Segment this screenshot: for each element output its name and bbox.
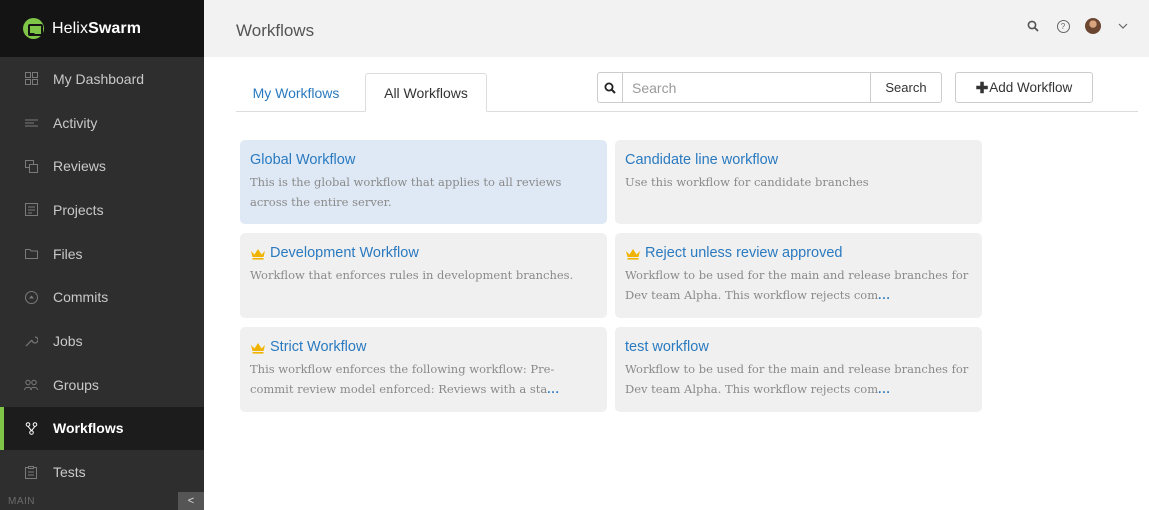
header: Workflows ? — [204, 0, 1149, 57]
dashboard-icon — [24, 72, 38, 86]
sidebar-item-label: Projects — [53, 201, 104, 218]
reviews-icon — [24, 159, 38, 173]
crown-icon — [251, 248, 265, 260]
groups-icon — [24, 378, 38, 392]
sidebar-item-jobs[interactable]: Jobs — [0, 319, 204, 363]
workflow-card-description: This is the global workflow that applies… — [250, 172, 597, 212]
workflow-title-text: Candidate line workflow — [625, 152, 779, 168]
sidebar-item-my-dashboard[interactable]: My Dashboard — [0, 57, 204, 101]
workflow-card-description: Workflow to be used for the main and rel… — [625, 265, 972, 306]
add-workflow-button[interactable]: ✚ Add Workflow — [955, 72, 1093, 103]
workflow-desc-text: Workflow that enforces rules in developm… — [250, 268, 574, 282]
workflow-card-title: Candidate line workflow — [625, 152, 972, 169]
sidebar-item-label: Tests — [53, 464, 86, 481]
collapse-sidebar-button[interactable]: < — [178, 492, 204, 510]
workflow-card-description: Use this workflow for candidate branches — [625, 172, 972, 192]
commits-icon — [24, 290, 38, 304]
projects-icon — [24, 203, 38, 217]
add-workflow-label: Add Workflow — [989, 80, 1073, 95]
sidebar-item-label: Reviews — [53, 158, 106, 175]
activity-icon — [24, 116, 38, 130]
workflow-title-text: Global Workflow — [250, 152, 356, 168]
search-icon[interactable] — [1025, 18, 1041, 34]
workflow-card-title: Development Workflow — [250, 245, 597, 262]
sidebar-footer: MAIN < — [0, 492, 204, 510]
workflow-card-description: Workflow to be used for the main and rel… — [625, 359, 972, 400]
workflow-card[interactable]: Reject unless review approved Workflow t… — [615, 233, 982, 318]
sidebar-item-activity[interactable]: Activity — [0, 101, 204, 145]
workflow-title-text: test workflow — [625, 339, 709, 355]
sidebar-item-label: Groups — [53, 376, 99, 393]
workflow-card[interactable]: Development Workflow Workflow that enfor… — [240, 233, 607, 318]
folder-icon — [24, 247, 38, 261]
sidebar-item-projects[interactable]: Projects — [0, 188, 204, 232]
workflow-card-description: Workflow that enforces rules in developm… — [250, 265, 597, 285]
sidebar-item-label: My Dashboard — [53, 70, 145, 87]
sidebar-item-commits[interactable]: Commits — [0, 275, 204, 319]
sidebar-item-groups[interactable]: Groups — [0, 363, 204, 407]
more-ellipsis[interactable]: ... — [547, 384, 560, 396]
page-title: Workflows — [236, 21, 315, 40]
more-ellipsis[interactable]: ... — [878, 384, 891, 396]
sidebar-item-tests[interactable]: Tests — [0, 450, 204, 494]
workflow-title-text: Strict Workflow — [270, 339, 367, 355]
workflow-card[interactable]: test workflow Workflow to be used for th… — [615, 327, 982, 412]
crown-icon — [626, 248, 640, 260]
workflow-icon — [24, 421, 38, 435]
sidebar-item-label: Jobs — [53, 332, 83, 349]
tab-all-workflows[interactable]: All Workflows — [365, 73, 487, 112]
search-icon — [598, 73, 623, 102]
workflow-desc-text: Workflow to be used for the main and rel… — [625, 268, 969, 302]
sidebar-item-reviews[interactable]: Reviews — [0, 144, 204, 188]
search-box: Search — [597, 72, 942, 103]
avatar[interactable] — [1085, 18, 1101, 34]
crown-icon — [251, 342, 265, 354]
brand-name-bold: Swarm — [88, 19, 142, 37]
workflow-card-title: Strict Workflow — [250, 339, 597, 356]
sidebar-item-label: Files — [53, 245, 83, 262]
more-ellipsis[interactable]: ... — [878, 290, 891, 302]
workflow-desc-text: This is the global workflow that applies… — [250, 175, 562, 209]
wrench-icon — [24, 334, 38, 348]
brand[interactable]: HelixSwarm — [0, 0, 204, 57]
sidebar-item-label: Activity — [53, 114, 98, 131]
workflow-card-title: Reject unless review approved — [625, 245, 972, 262]
workflow-card-title: Global Workflow — [250, 152, 597, 169]
brand-name-light: Helix — [52, 19, 89, 37]
help-icon[interactable]: ? — [1055, 18, 1071, 34]
sidebar-item-label: Workflows — [53, 420, 124, 437]
chevron-down-icon[interactable] — [1115, 18, 1131, 34]
sidebar-nav: My Dashboard Activity Reviews Projects F… — [0, 57, 204, 494]
plus-icon: ✚ — [975, 79, 989, 97]
sidebar-item-workflows[interactable]: Workflows — [0, 406, 204, 451]
workflow-desc-text: This workflow enforces the following wor… — [250, 362, 555, 396]
brand-name: HelixSwarm — [52, 20, 141, 38]
sidebar-section-label: MAIN — [8, 495, 35, 507]
tests-icon — [24, 465, 38, 479]
workflow-desc-text: Use this workflow for candidate branches — [625, 175, 869, 189]
workflow-card[interactable]: Strict Workflow This workflow enforces t… — [240, 327, 607, 412]
search-button[interactable]: Search — [870, 73, 941, 102]
workflow-desc-text: Workflow to be used for the main and rel… — [625, 362, 969, 396]
sidebar-item-label: Commits — [53, 289, 109, 306]
helix-swarm-logo-icon — [23, 18, 44, 39]
workflow-title-text: Development Workflow — [270, 245, 419, 261]
sidebar: HelixSwarm My Dashboard Activity Reviews — [0, 0, 204, 510]
tab-my-workflows[interactable]: My Workflows — [236, 73, 356, 112]
workflow-title-text: Reject unless review approved — [645, 245, 843, 261]
sidebar-item-files[interactable]: Files — [0, 232, 204, 276]
workflow-card[interactable]: Candidate line workflow Use this workflo… — [615, 140, 982, 224]
workflow-card-description: This workflow enforces the following wor… — [250, 359, 597, 400]
search-input[interactable] — [623, 73, 870, 102]
workflow-card-title: test workflow — [625, 339, 972, 356]
workflow-card[interactable]: Global Workflow This is the global workf… — [240, 140, 607, 224]
app: HelixSwarm My Dashboard Activity Reviews — [0, 0, 1149, 510]
header-tools: ? — [1025, 18, 1131, 34]
